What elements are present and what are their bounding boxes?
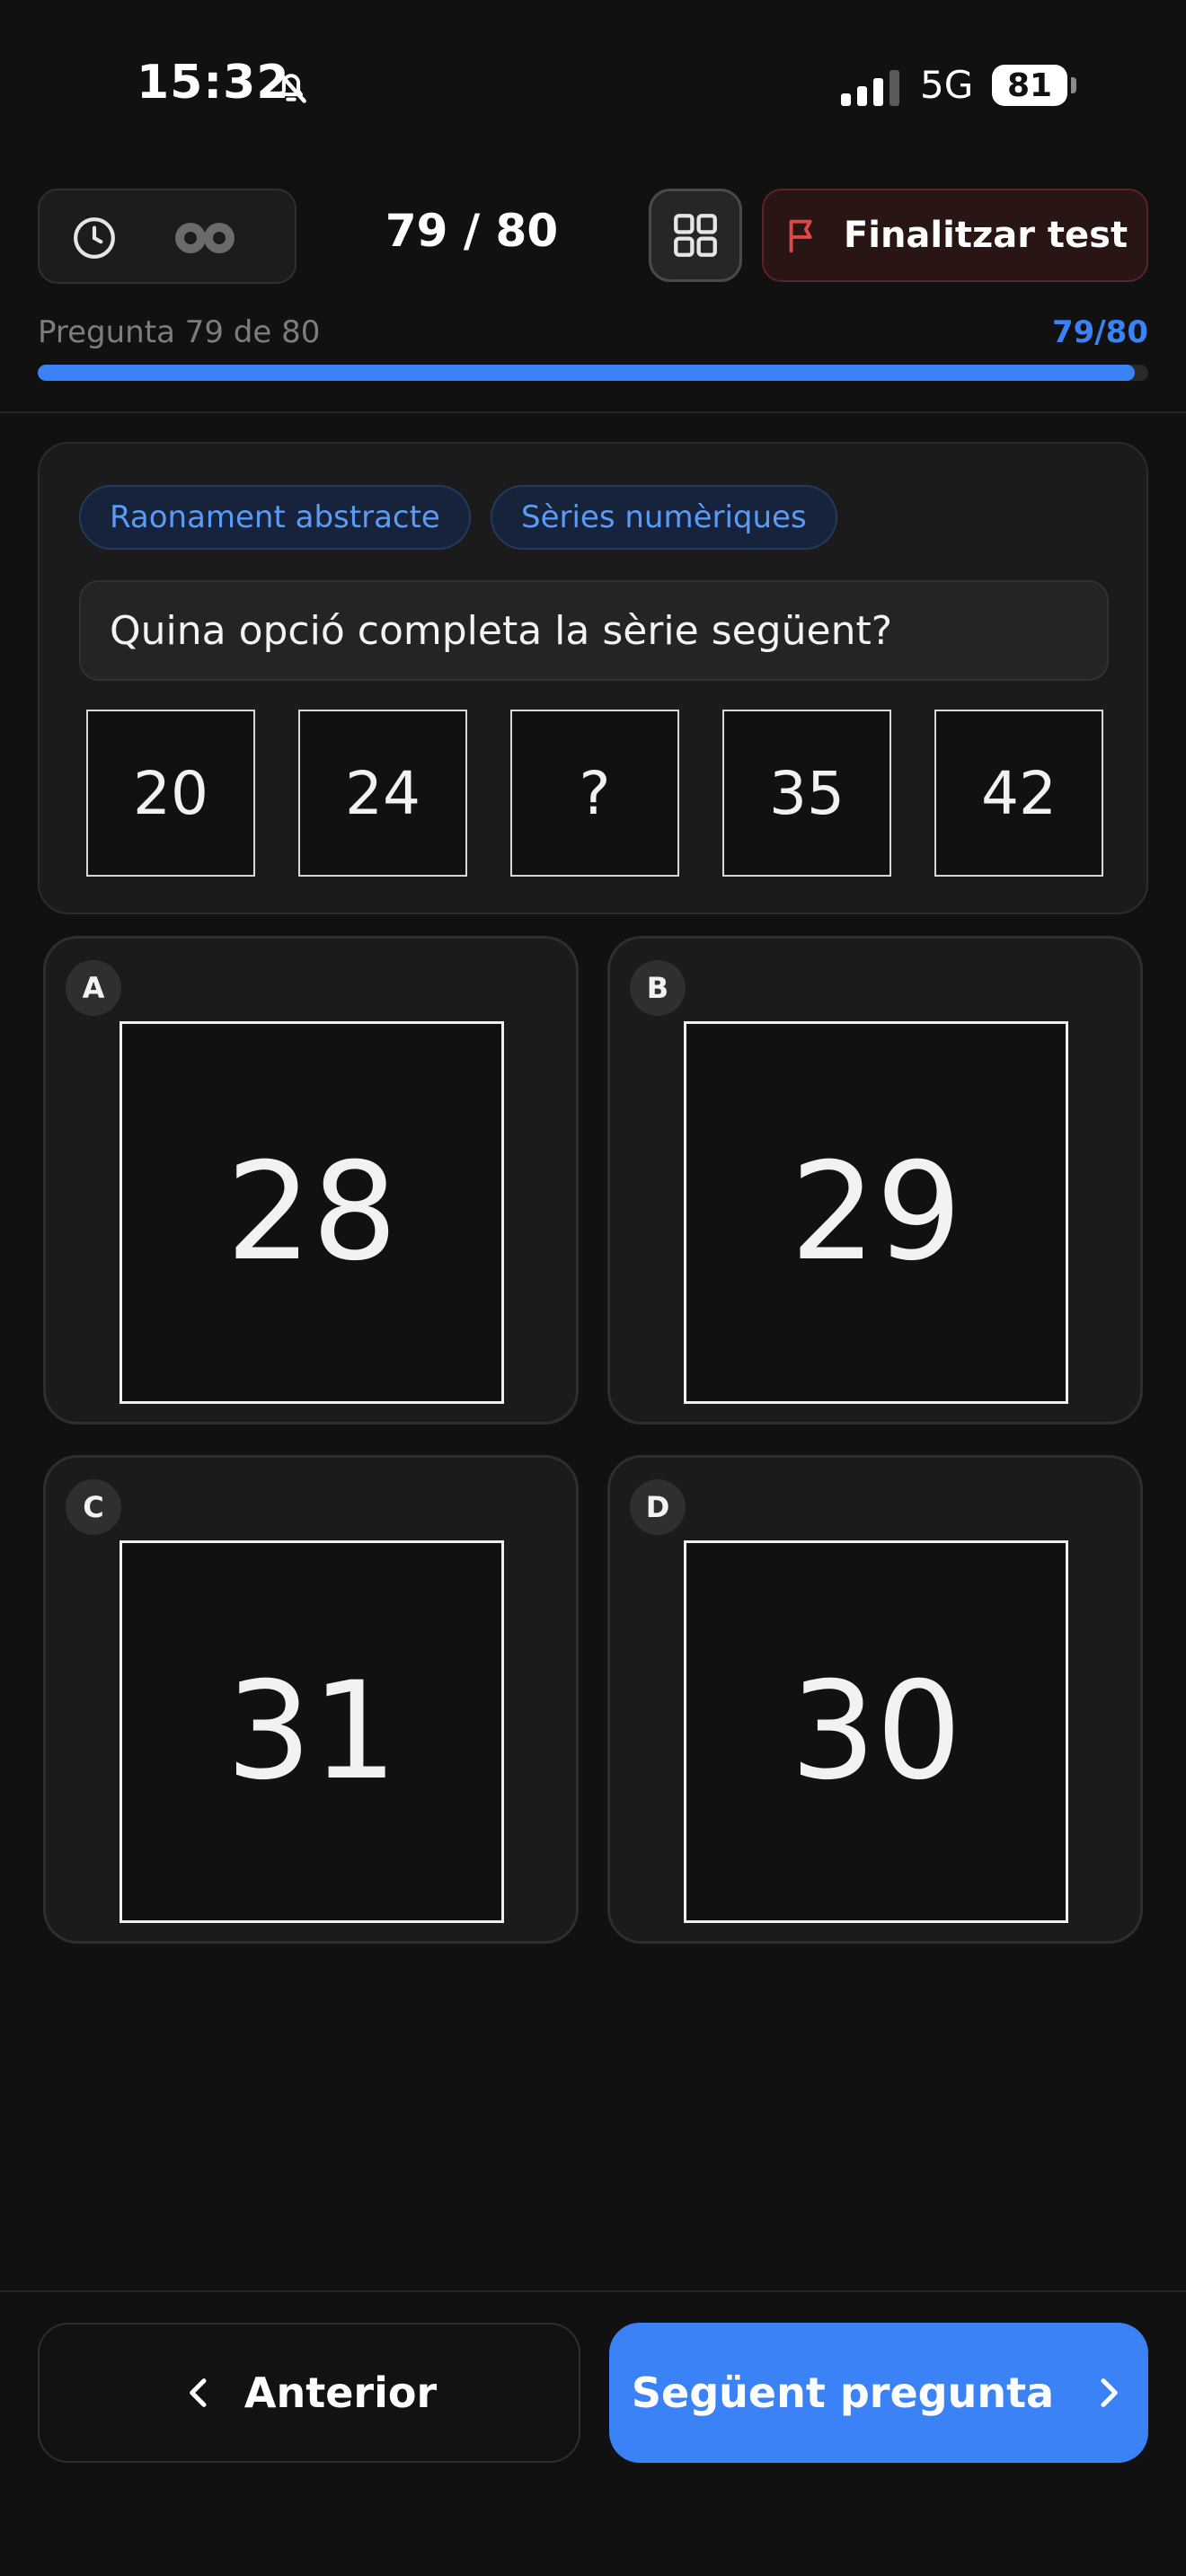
- option-value: 31: [119, 1540, 504, 1923]
- next-question-button[interactable]: Següent pregunta: [609, 2323, 1148, 2463]
- progress-label: Pregunta 79 de 80: [38, 314, 321, 350]
- question-grid-button[interactable]: [649, 189, 742, 282]
- option-c-card[interactable]: C 31: [43, 1455, 579, 1944]
- battery-indicator: 81: [992, 65, 1067, 106]
- question-card: Raonament abstracte Sèries numèriques Qu…: [38, 442, 1148, 914]
- signal-icon: [841, 70, 899, 106]
- clock-icon: [74, 217, 115, 259]
- next-label: Següent pregunta: [631, 2369, 1055, 2417]
- battery-tip: [1071, 77, 1076, 93]
- option-letter: B: [630, 960, 686, 1016]
- chevron-right-icon: [1101, 2378, 1118, 2407]
- grid-icon: [674, 214, 717, 257]
- option-b-card[interactable]: B 29: [607, 936, 1143, 1425]
- series-item: 20: [86, 710, 255, 877]
- finish-test-label: Finalitzar test: [843, 215, 1128, 256]
- option-value: 29: [684, 1021, 1068, 1404]
- finish-test-button[interactable]: Finalitzar test: [762, 189, 1148, 282]
- question-counter: 79 / 80: [385, 205, 559, 257]
- progress-fill: [38, 365, 1135, 381]
- option-a-card[interactable]: A 28: [43, 936, 579, 1425]
- option-letter: C: [66, 1479, 121, 1535]
- progress-count: 79/80: [1051, 314, 1148, 350]
- option-letter: D: [630, 1479, 686, 1535]
- bell-muted-icon: [276, 69, 306, 103]
- series-item: 42: [934, 710, 1103, 877]
- network-label: 5G: [920, 63, 974, 107]
- series-item-missing: ?: [510, 710, 679, 877]
- previous-button[interactable]: Anterior: [38, 2323, 580, 2463]
- series-item: 24: [298, 710, 467, 877]
- infinity-icon: [175, 223, 235, 253]
- footer-divider: [0, 2290, 1186, 2292]
- option-d-card[interactable]: D 30: [607, 1455, 1143, 1944]
- header-divider: [0, 411, 1186, 413]
- chevron-left-icon: [190, 2378, 207, 2407]
- status-bar: 15:32 5G 81: [0, 0, 1186, 171]
- timer-toggle[interactable]: [38, 189, 296, 284]
- flag-icon: [789, 219, 812, 253]
- subcategory-tag: Sèries numèriques: [491, 485, 837, 550]
- previous-label: Anterior: [243, 2369, 438, 2417]
- series-item: 35: [722, 710, 891, 877]
- option-letter: A: [66, 960, 121, 1016]
- option-value: 28: [119, 1021, 504, 1404]
- question-prompt: Quina opció completa la sèrie següent?: [79, 580, 1109, 681]
- status-time: 15:32: [137, 56, 290, 110]
- category-tag: Raonament abstracte: [79, 485, 471, 550]
- progress-bar: [38, 365, 1148, 381]
- option-value: 30: [684, 1540, 1068, 1923]
